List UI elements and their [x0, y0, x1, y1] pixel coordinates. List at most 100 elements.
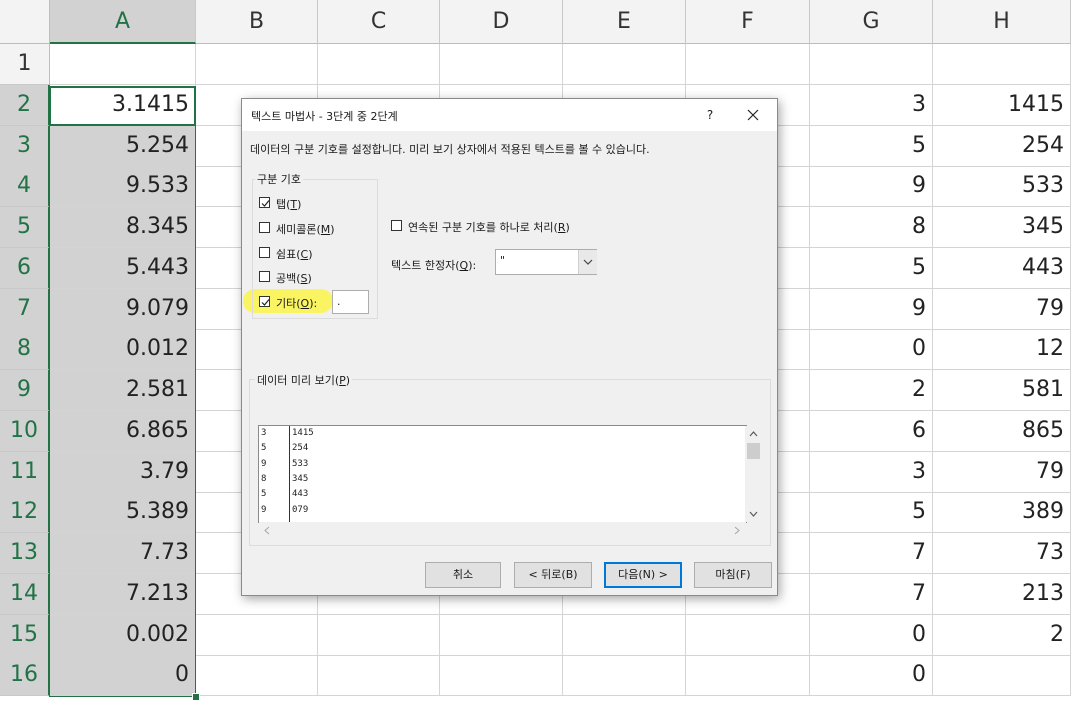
cell-c15[interactable]: [318, 614, 440, 656]
cell-a4[interactable]: 9.533: [50, 166, 196, 208]
back-button[interactable]: < 뒤로(B): [514, 562, 592, 588]
cell-h3[interactable]: 254: [933, 125, 1071, 167]
row-header-1[interactable]: 1: [0, 44, 50, 85]
cell-a8[interactable]: 0.012: [50, 329, 196, 371]
cell-a12[interactable]: 5.389: [50, 492, 196, 534]
cell-g4[interactable]: 9: [810, 166, 933, 208]
cell-h15[interactable]: 2: [933, 614, 1071, 656]
cell-f1[interactable]: [686, 44, 810, 85]
cell-g5[interactable]: 8: [810, 207, 933, 248]
cell-a3[interactable]: 5.254: [50, 125, 196, 167]
fill-handle[interactable]: [192, 693, 200, 701]
row-header-13[interactable]: 13: [0, 533, 50, 574]
cell-a6[interactable]: 5.443: [50, 247, 196, 289]
cell-h9[interactable]: 581: [933, 370, 1071, 411]
cell-g7[interactable]: 9: [810, 288, 933, 330]
tab-checkbox[interactable]: [259, 197, 270, 208]
cell-g2[interactable]: 3: [810, 84, 933, 126]
cell-a13[interactable]: 7.73: [50, 533, 196, 574]
row-header-7[interactable]: 7: [0, 288, 50, 330]
cell-h11[interactable]: 79: [933, 451, 1071, 493]
cell-g10[interactable]: 6: [810, 410, 933, 452]
cell-h16[interactable]: [933, 655, 1071, 697]
cell-e16[interactable]: [563, 655, 686, 697]
cell-h13[interactable]: 73: [933, 533, 1071, 574]
cell-a11[interactable]: 3.79: [50, 451, 196, 493]
column-header-a[interactable]: A: [50, 0, 196, 44]
cell-g9[interactable]: 2: [810, 370, 933, 411]
cell-h1[interactable]: [933, 44, 1071, 85]
cell-a1[interactable]: [50, 44, 196, 85]
comma-checkbox[interactable]: [259, 247, 270, 258]
column-header-c[interactable]: C: [318, 0, 440, 44]
next-button[interactable]: 다음(N) >: [604, 562, 682, 588]
cell-a16[interactable]: 0: [50, 655, 196, 697]
finish-button[interactable]: 마침(F): [694, 562, 772, 588]
cell-f16[interactable]: [686, 655, 810, 697]
cell-g15[interactable]: 0: [810, 614, 933, 656]
row-header-12[interactable]: 12: [0, 492, 50, 534]
cell-h14[interactable]: 213: [933, 573, 1071, 615]
cell-e15[interactable]: [563, 614, 686, 656]
cell-g14[interactable]: 7: [810, 573, 933, 615]
help-button[interactable]: ?: [697, 102, 723, 128]
cancel-button[interactable]: 취소: [425, 562, 501, 588]
row-header-15[interactable]: 15: [0, 614, 50, 656]
column-header-d[interactable]: D: [440, 0, 563, 44]
scroll-thumb[interactable]: [747, 443, 760, 459]
close-button[interactable]: [740, 102, 766, 128]
cell-a7[interactable]: 9.079: [50, 288, 196, 330]
cell-c16[interactable]: [318, 655, 440, 697]
column-header-e[interactable]: E: [563, 0, 686, 44]
cell-d1[interactable]: [440, 44, 563, 85]
row-header-6[interactable]: 6: [0, 247, 50, 289]
row-header-4[interactable]: 4: [0, 166, 50, 208]
consecutive-checkbox[interactable]: [391, 220, 402, 231]
other-checkbox[interactable]: [259, 296, 270, 307]
row-header-16[interactable]: 16: [0, 655, 50, 697]
cell-a14[interactable]: 7.213: [50, 573, 196, 615]
row-header-11[interactable]: 11: [0, 451, 50, 493]
row-header-8[interactable]: 8: [0, 329, 50, 371]
row-header-10[interactable]: 10: [0, 410, 50, 452]
column-header-b[interactable]: B: [196, 0, 318, 44]
cell-h5[interactable]: 345: [933, 207, 1071, 248]
cell-h6[interactable]: 443: [933, 247, 1071, 289]
cell-h8[interactable]: 12: [933, 329, 1071, 371]
cell-h7[interactable]: 79: [933, 288, 1071, 330]
other-delimiter-input[interactable]: .: [332, 290, 369, 314]
row-header-14[interactable]: 14: [0, 573, 50, 615]
cell-g13[interactable]: 7: [810, 533, 933, 574]
cell-e1[interactable]: [563, 44, 686, 85]
cell-g8[interactable]: 0: [810, 329, 933, 371]
column-header-h[interactable]: H: [933, 0, 1071, 44]
space-checkbox[interactable]: [259, 271, 270, 282]
cell-g3[interactable]: 5: [810, 125, 933, 167]
cell-h2[interactable]: 1415: [933, 84, 1071, 126]
row-header-9[interactable]: 9: [0, 370, 50, 411]
preview-vertical-scrollbar[interactable]: [745, 426, 762, 522]
cell-f15[interactable]: [686, 614, 810, 656]
select-all-corner[interactable]: [0, 0, 50, 44]
cell-g12[interactable]: 5: [810, 492, 933, 534]
cell-a2[interactable]: 3.1415: [50, 84, 196, 126]
row-header-5[interactable]: 5: [0, 207, 50, 248]
cell-b15[interactable]: [196, 614, 318, 656]
cell-a15[interactable]: 0.002: [50, 614, 196, 656]
cell-b16[interactable]: [196, 655, 318, 697]
preview-horizontal-scrollbar[interactable]: [259, 522, 746, 539]
row-header-2[interactable]: 2: [0, 84, 50, 126]
cell-a9[interactable]: 2.581: [50, 370, 196, 411]
cell-a5[interactable]: 8.345: [50, 207, 196, 248]
cell-h10[interactable]: 865: [933, 410, 1071, 452]
cell-g1[interactable]: [810, 44, 933, 85]
cell-a10[interactable]: 6.865: [50, 410, 196, 452]
semicolon-checkbox[interactable]: [259, 222, 270, 233]
cell-g11[interactable]: 3: [810, 451, 933, 493]
cell-g6[interactable]: 5: [810, 247, 933, 289]
row-header-3[interactable]: 3: [0, 125, 50, 167]
column-header-g[interactable]: G: [810, 0, 933, 44]
cell-b1[interactable]: [196, 44, 318, 85]
cell-c1[interactable]: [318, 44, 440, 85]
cell-h12[interactable]: 389: [933, 492, 1071, 534]
